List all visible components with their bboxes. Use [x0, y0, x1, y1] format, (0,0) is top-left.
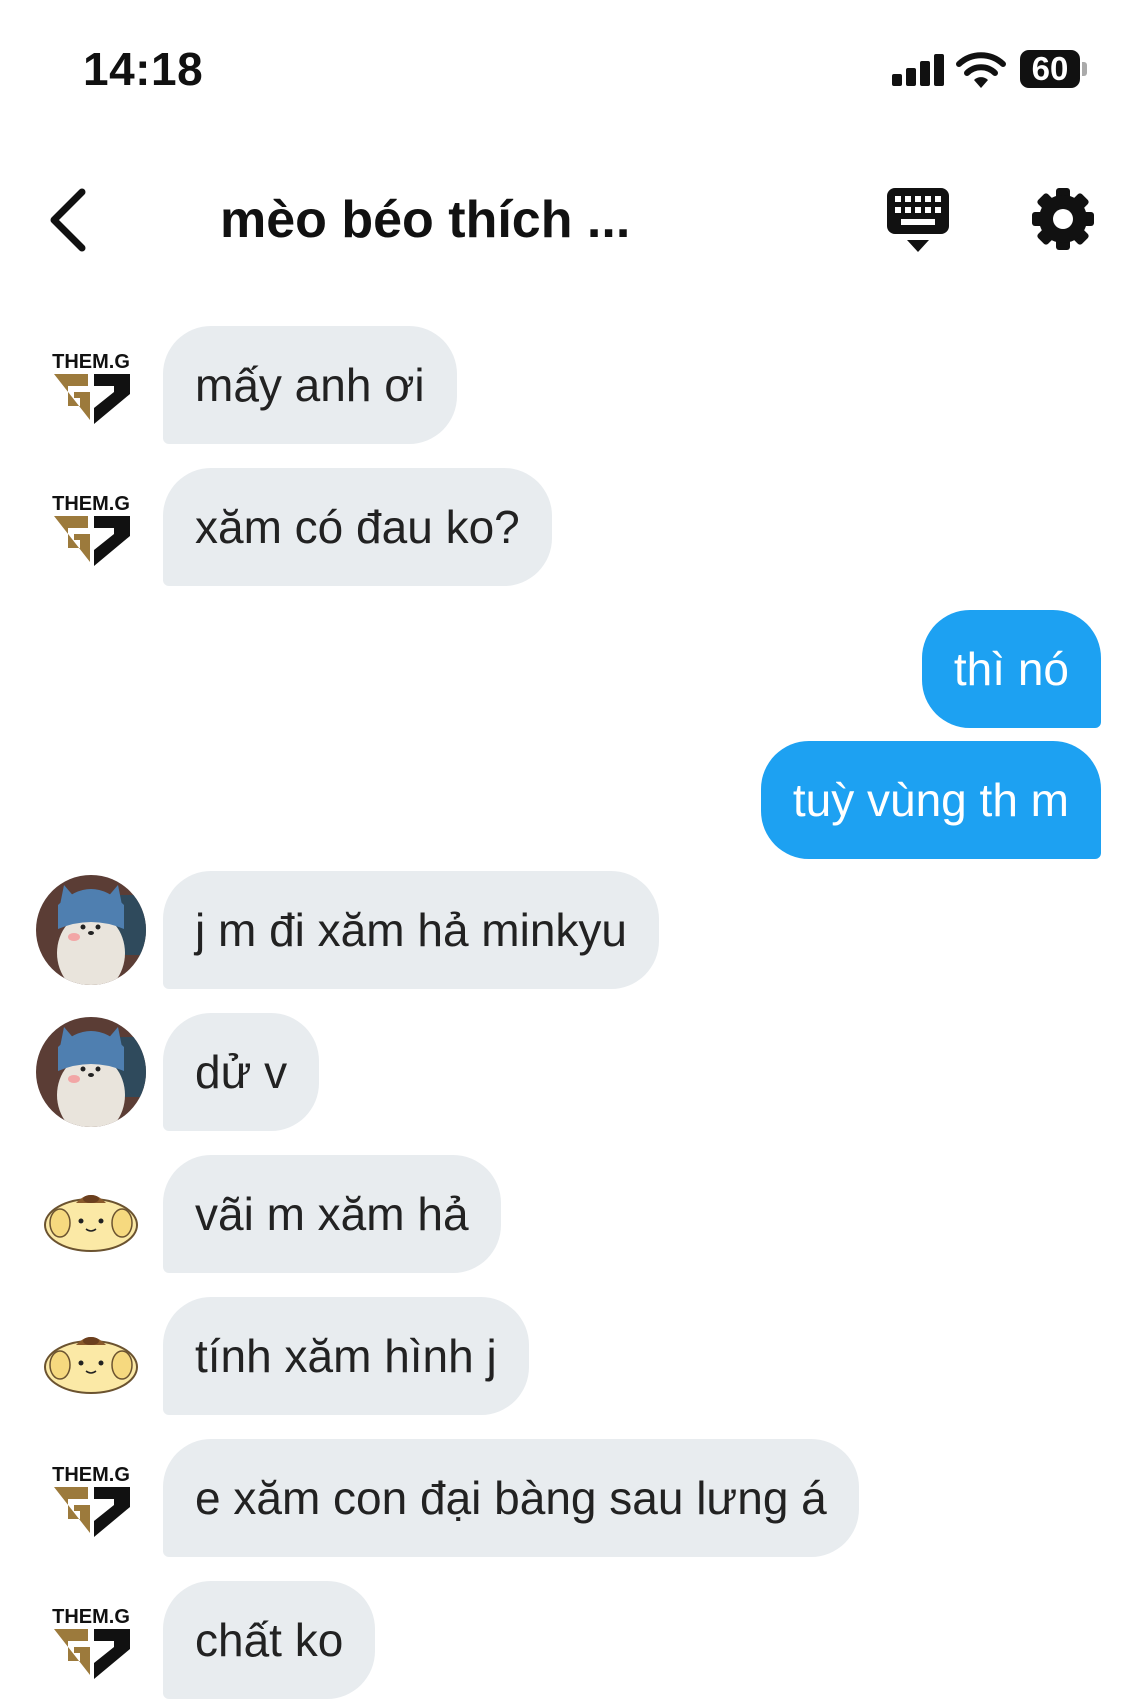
svg-text:THEM.G: THEM.G [52, 1464, 130, 1486]
message-bubble[interactable]: dử v [163, 1013, 320, 1131]
signal-icon [892, 54, 944, 86]
svg-text:THEM.G: THEM.G [52, 1606, 130, 1628]
gear-icon[interactable] [1030, 186, 1096, 252]
battery-level: 60 [1020, 50, 1080, 88]
message-bubble[interactable]: e xăm con đại bàng sau lưng á [163, 1439, 859, 1557]
svg-text:THEM.G: THEM.G [52, 351, 130, 373]
conversation-title[interactable]: mèo béo thích ... [220, 190, 630, 250]
message-bubble[interactable]: j m đi xăm hả minkyu [163, 871, 660, 989]
message-bubble[interactable]: tính xăm hình j [163, 1297, 529, 1415]
battery-icon: 60 [1020, 50, 1088, 88]
pompompurin-avatar[interactable] [36, 1159, 146, 1269]
keyboard-icon[interactable] [885, 186, 951, 256]
them-g-logo-avatar[interactable]: THEM.G [36, 472, 146, 582]
message-bubble[interactable]: vãi m xăm hả [163, 1155, 501, 1273]
message-bubble[interactable]: chất ko [163, 1581, 376, 1699]
message-bubble[interactable]: mấy anh ơi [163, 326, 457, 444]
message-row: THEM.G chất ko [0, 1581, 1125, 1701]
message-row: tuỳ vùng th m [0, 741, 1125, 861]
pompompurin-avatar[interactable] [36, 1301, 146, 1411]
status-time: 14:18 [83, 43, 204, 95]
seal-cat-avatar[interactable] [36, 875, 146, 985]
message-row: vãi m xăm hả [0, 1155, 1125, 1275]
message-row: dử v [0, 1013, 1125, 1133]
message-bubble[interactable]: thì nó [921, 610, 1101, 728]
message-bubble[interactable]: xăm có đau ko? [163, 468, 552, 586]
them-g-logo-avatar[interactable]: THEM.G [36, 330, 146, 440]
status-bar: 14:18 60 [0, 0, 1125, 130]
seal-cat-avatar[interactable] [36, 1017, 146, 1127]
them-g-logo-avatar[interactable]: THEM.G [36, 1585, 146, 1695]
back-arrow-icon[interactable] [40, 180, 100, 260]
svg-text:THEM.G: THEM.G [52, 493, 130, 515]
them-g-logo-avatar[interactable]: THEM.G [36, 1443, 146, 1553]
message-row: tính xăm hình j [0, 1297, 1125, 1417]
message-row: thì nó [0, 610, 1125, 730]
message-row: THEM.G e xăm con đại bàng sau lưng á [0, 1439, 1125, 1559]
message-bubble[interactable]: tuỳ vùng th m [760, 741, 1101, 859]
message-row: j m đi xăm hả minkyu [0, 871, 1125, 991]
message-row: THEM.G mấy anh ơi [0, 326, 1125, 446]
wifi-icon [956, 52, 1006, 88]
message-row: THEM.G xăm có đau ko? [0, 468, 1125, 588]
chat-header: mèo béo thích ... [0, 170, 1125, 270]
